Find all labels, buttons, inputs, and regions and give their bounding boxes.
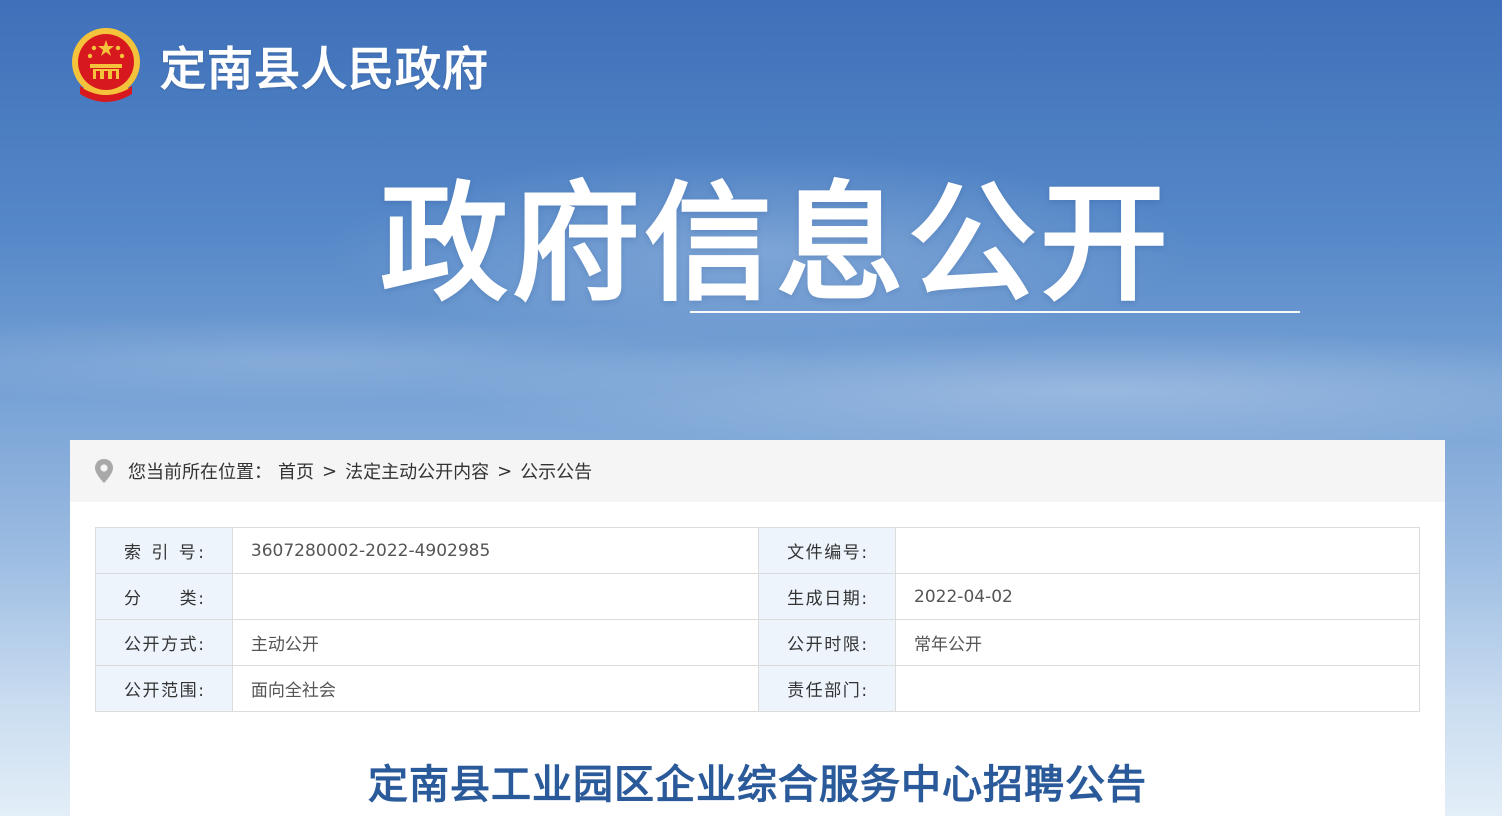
national-emblem-icon[interactable] [68,26,144,106]
location-pin-icon [95,459,113,483]
breadcrumb-notices[interactable]: 公示公告 [520,458,592,484]
document-metadata-table: 索 引 号: 3607280002-2022-4902985 文件编号: 分 类… [95,527,1420,712]
breadcrumb-separator: > [322,460,338,482]
disclosure-scope-label: 公开范围: [95,665,233,712]
breadcrumb-home[interactable]: 首页 [278,458,314,484]
disclosure-period-label: 公开时限: [758,619,897,666]
disclosure-method-value: 主动公开 [231,619,760,666]
breadcrumb-separator: > [497,460,513,482]
site-title[interactable]: 定南县人民政府 [160,33,489,99]
category-value [231,573,760,620]
category-label: 分 类: [95,573,233,620]
breadcrumb: 您当前所在位置： 首页 > 法定主动公开内容 > 公示公告 [70,440,1445,502]
table-row: 分 类: 生成日期: 2022-04-02 [95,573,1420,620]
disclosure-method-label: 公开方式: [95,619,233,666]
hero-title: 政府信息公开 [380,170,1173,319]
table-row: 公开方式: 主动公开 公开时限: 常年公开 [95,619,1420,666]
created-date-label: 生成日期: [758,573,897,620]
hero-underline [690,311,1300,313]
document-number-value [895,527,1420,574]
responsible-department-value [895,665,1420,712]
breadcrumb-prefix: 您当前所在位置： [128,462,272,483]
document-number-label: 文件编号: [758,527,897,574]
table-row: 索 引 号: 3607280002-2022-4902985 文件编号: [95,527,1420,574]
created-date-value: 2022-04-02 [895,573,1420,620]
disclosure-scope-value: 面向全社会 [231,665,760,712]
disclosure-period-value: 常年公开 [895,619,1420,666]
content-panel: 您当前所在位置： 首页 > 法定主动公开内容 > 公示公告 索 引 号: 360… [70,440,1445,816]
table-row: 公开范围: 面向全社会 责任部门: [95,665,1420,712]
index-number-label: 索 引 号: [95,527,233,574]
breadcrumb-statutory-content[interactable]: 法定主动公开内容 [345,458,489,484]
responsible-department-label: 责任部门: [758,665,897,712]
site-header: 定南县人民政府 [68,26,489,106]
index-number-value: 3607280002-2022-4902985 [231,527,760,574]
article-title: 定南县工业园区企业综合服务中心招聘公告 [368,762,1147,808]
